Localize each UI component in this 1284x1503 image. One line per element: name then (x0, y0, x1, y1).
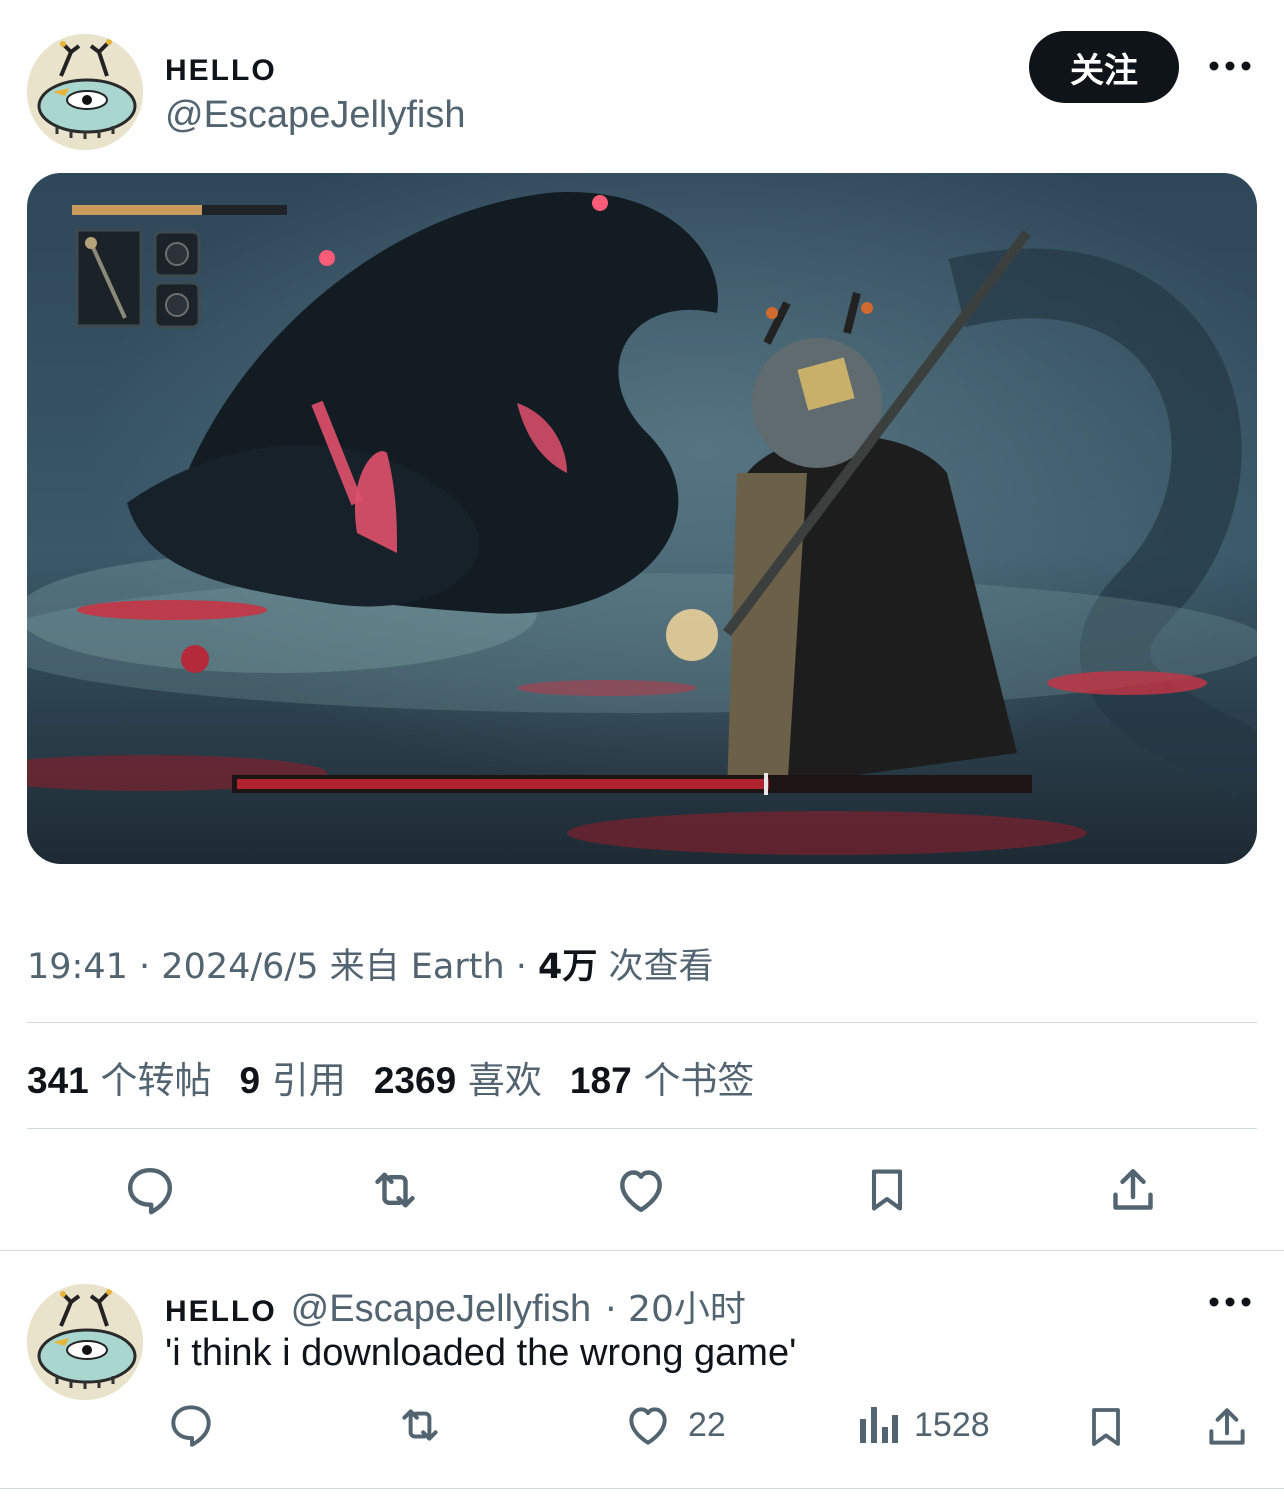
reply-icon (171, 1405, 211, 1447)
reply-text: 'i think i downloaded the wrong game' (165, 1332, 797, 1374)
repost-icon[interactable] (360, 1155, 430, 1225)
post-image[interactable] (27, 173, 1257, 864)
reply-like-button[interactable]: 22 (622, 1400, 726, 1450)
reposts-stat[interactable]: 341 个转帖 (27, 1050, 212, 1104)
post-meta: 19:41 · 2024/6/5 来自 Earth · 4万 次查看 (27, 947, 714, 987)
bookmark-icon[interactable] (852, 1155, 922, 1225)
engagement-stats: 341 个转帖 9 引用 2369 喜欢 187 个书签 (27, 1050, 754, 1104)
author-avatar[interactable] (27, 34, 143, 150)
reply-views-button[interactable]: 1528 (856, 1400, 990, 1450)
more-icon[interactable] (1208, 1292, 1252, 1312)
reply-bookmark-button[interactable] (1082, 1400, 1130, 1454)
heart-icon[interactable] (606, 1155, 676, 1225)
author-handle[interactable]: @EscapeJellyfish (165, 94, 465, 137)
analytics-icon (860, 1407, 898, 1443)
bookmark-icon (1092, 1408, 1120, 1446)
views-label: 次查看 (608, 947, 714, 987)
quotes-stat[interactable]: 9 引用 (240, 1050, 346, 1104)
divider (27, 1022, 1257, 1023)
reply-avatar[interactable] (27, 1284, 143, 1400)
reply-header: HELLO @EscapeJellyfish · 20小时 (165, 1280, 746, 1332)
reply-share-button[interactable] (1202, 1400, 1252, 1454)
reply-views-count: 1528 (914, 1405, 990, 1444)
more-icon[interactable] (1208, 56, 1252, 76)
divider (27, 1128, 1257, 1129)
reply-icon[interactable] (115, 1155, 185, 1225)
share-icon (1209, 1408, 1245, 1445)
section-divider (0, 1250, 1284, 1251)
reply-reply-button[interactable] (165, 1400, 217, 1450)
share-icon[interactable] (1098, 1155, 1168, 1225)
reply-handle[interactable]: @EscapeJellyfish (291, 1288, 591, 1331)
repost-icon (402, 1409, 438, 1441)
heart-icon (629, 1407, 667, 1445)
bottom-divider (0, 1488, 1284, 1489)
views-count: 4万 (538, 947, 598, 987)
reply-time[interactable]: · 20小时 (605, 1280, 746, 1332)
follow-button[interactable]: 关注 (1029, 31, 1179, 103)
author-display-name[interactable]: HELLO (165, 54, 277, 88)
bookmarks-stat[interactable]: 187 个书签 (570, 1050, 755, 1104)
post-time[interactable]: 19:41 (27, 947, 128, 987)
post-date[interactable]: 2024/6/5 (161, 947, 318, 987)
post-source: 来自 Earth (329, 947, 505, 987)
reply-like-count: 22 (688, 1405, 726, 1444)
likes-stat[interactable]: 2369 喜欢 (374, 1050, 542, 1104)
reply-display-name[interactable]: HELLO (165, 1295, 277, 1329)
reply-repost-button[interactable] (392, 1400, 448, 1450)
